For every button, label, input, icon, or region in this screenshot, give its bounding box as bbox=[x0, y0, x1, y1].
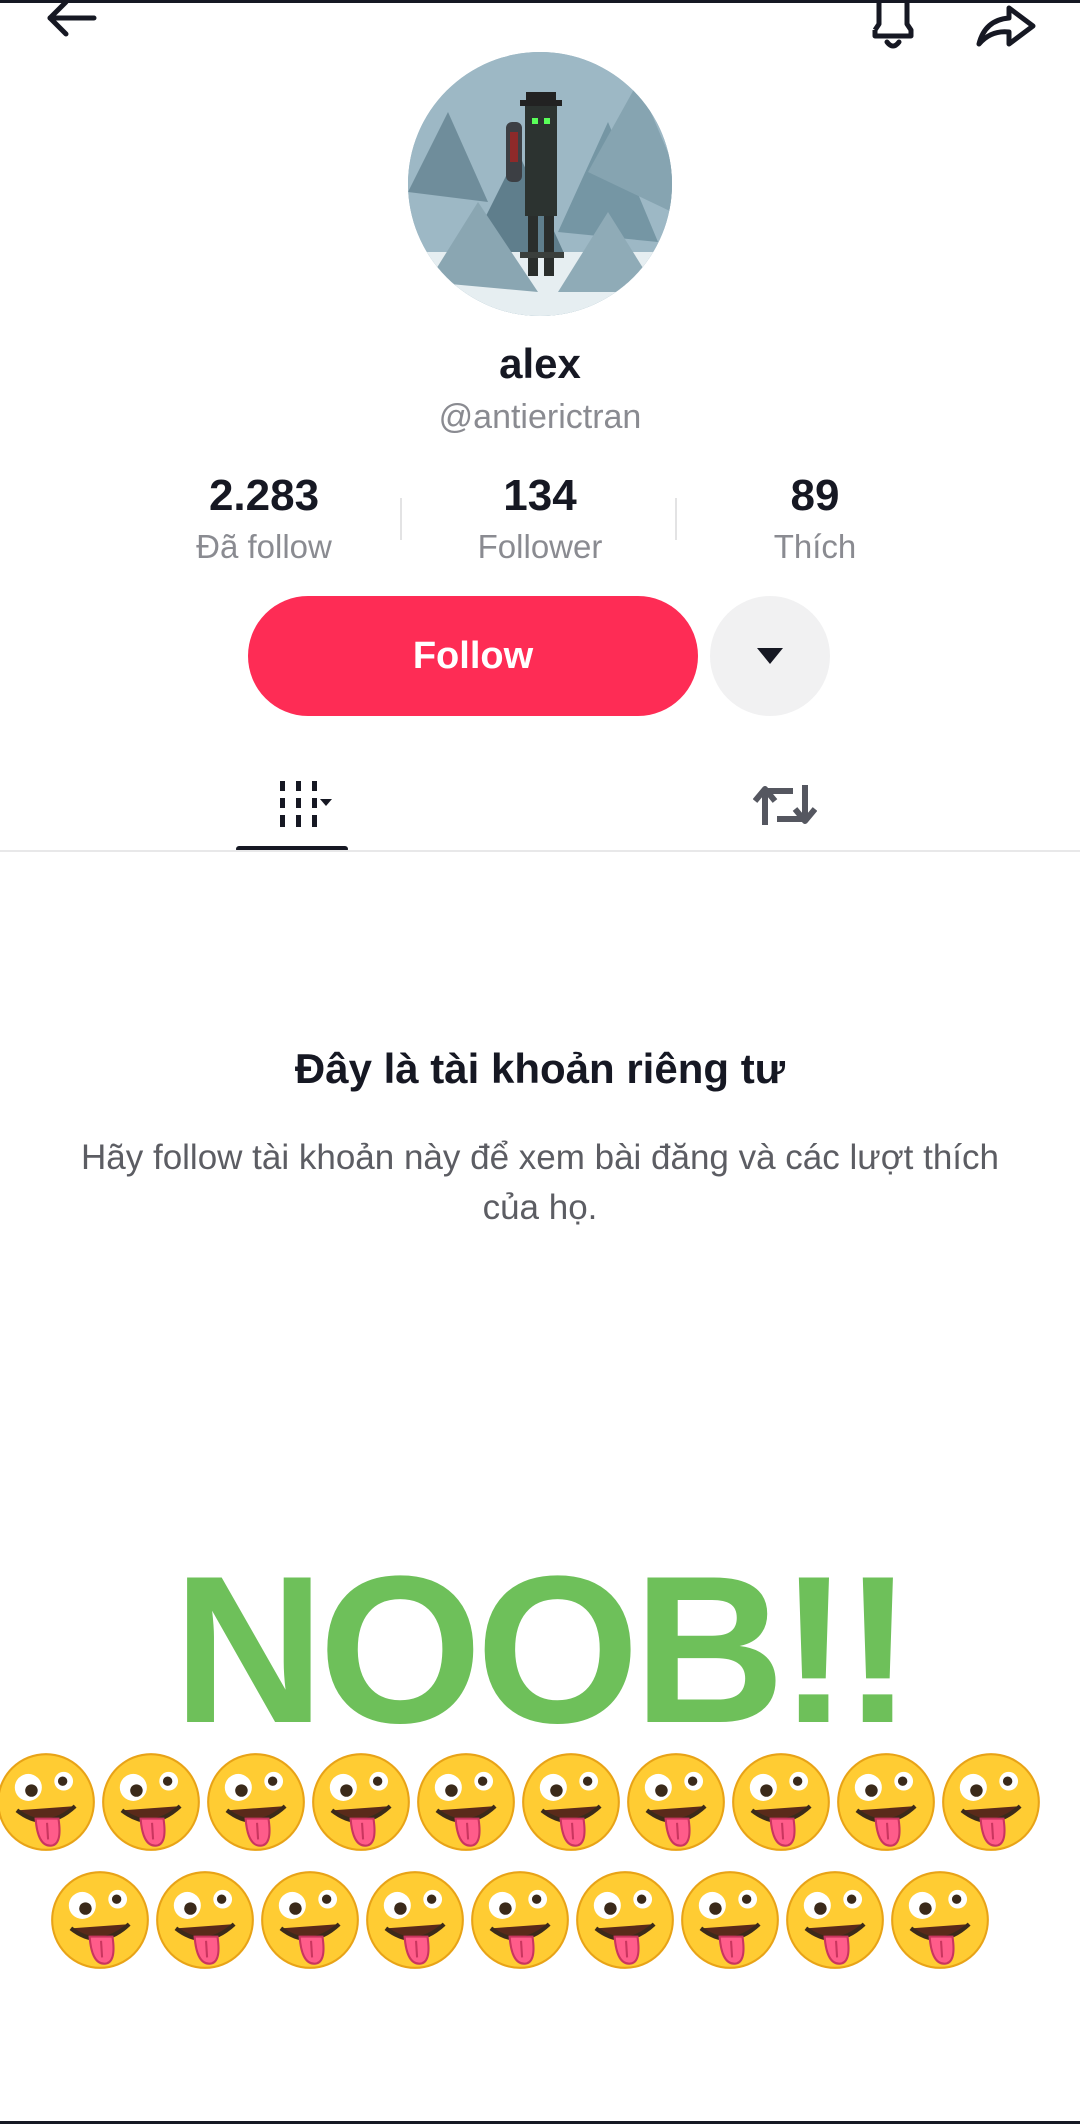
grid-icon bbox=[280, 781, 332, 827]
share-button[interactable] bbox=[966, 0, 1046, 54]
followers-stat[interactable]: 134 Follower bbox=[410, 470, 670, 570]
zany-face-icon bbox=[102, 1753, 200, 1851]
zany-face-icon bbox=[942, 1753, 1040, 1851]
avatar-image bbox=[408, 52, 672, 316]
followers-label: Follower bbox=[477, 528, 603, 565]
overlay-caption: NOOB!! bbox=[173, 1532, 913, 1767]
zany-face-icon bbox=[0, 1753, 95, 1851]
zany-face-icon bbox=[207, 1753, 305, 1851]
zany-face-icon bbox=[312, 1753, 410, 1851]
likes-count: 89 bbox=[790, 471, 840, 520]
zany-face-icon bbox=[732, 1753, 830, 1851]
likes-label: Thích bbox=[773, 528, 857, 565]
profile-page: alex @antierictran 2.283 Đã follow 134 F… bbox=[0, 0, 1080, 2124]
repost-icon bbox=[753, 785, 817, 825]
zany-face-icon bbox=[681, 1871, 779, 1969]
caret-down-icon bbox=[757, 648, 783, 664]
tab-reposts[interactable] bbox=[735, 760, 835, 850]
following-stat[interactable]: 2.283 Đã follow bbox=[134, 470, 394, 570]
tab-divider bbox=[0, 850, 1080, 852]
follow-button[interactable]: Follow bbox=[248, 596, 698, 716]
likes-stat[interactable]: 89 Thích bbox=[685, 470, 945, 570]
zany-face-icon bbox=[576, 1871, 674, 1969]
bell-icon bbox=[872, 0, 914, 49]
display-name: alex bbox=[499, 340, 581, 387]
zany-face-icon bbox=[891, 1871, 989, 1969]
zany-face-icon bbox=[786, 1871, 884, 1969]
more-options-button[interactable] bbox=[710, 596, 830, 716]
avatar[interactable] bbox=[408, 52, 672, 316]
zany-face-icon bbox=[417, 1753, 515, 1851]
private-account-description: Hãy follow tài khoản này để xem bài đăng… bbox=[81, 1138, 999, 1227]
username-handle: @antierictran bbox=[438, 398, 642, 436]
zany-face-icon bbox=[51, 1871, 149, 1969]
tab-videos[interactable] bbox=[236, 760, 348, 850]
zany-face-icon bbox=[366, 1871, 464, 1969]
zany-face-icon bbox=[156, 1871, 254, 1969]
stat-divider bbox=[675, 498, 677, 540]
notifications-button[interactable] bbox=[858, 0, 928, 54]
stat-divider bbox=[400, 498, 402, 540]
zany-face-icon bbox=[261, 1871, 359, 1969]
zany-face-icon bbox=[627, 1753, 725, 1851]
following-count: 2.283 bbox=[208, 471, 320, 520]
zany-face-icon bbox=[471, 1871, 569, 1969]
share-arrow-icon bbox=[976, 5, 1036, 47]
zany-face-icon bbox=[522, 1753, 620, 1851]
arrow-left-icon bbox=[47, 0, 97, 37]
private-account-title: Đây là tài khoản riêng tư bbox=[294, 1045, 786, 1092]
following-label: Đã follow bbox=[196, 528, 332, 565]
followers-count: 134 bbox=[503, 471, 577, 520]
zany-face-icon bbox=[837, 1753, 935, 1851]
back-button[interactable] bbox=[30, 0, 110, 50]
